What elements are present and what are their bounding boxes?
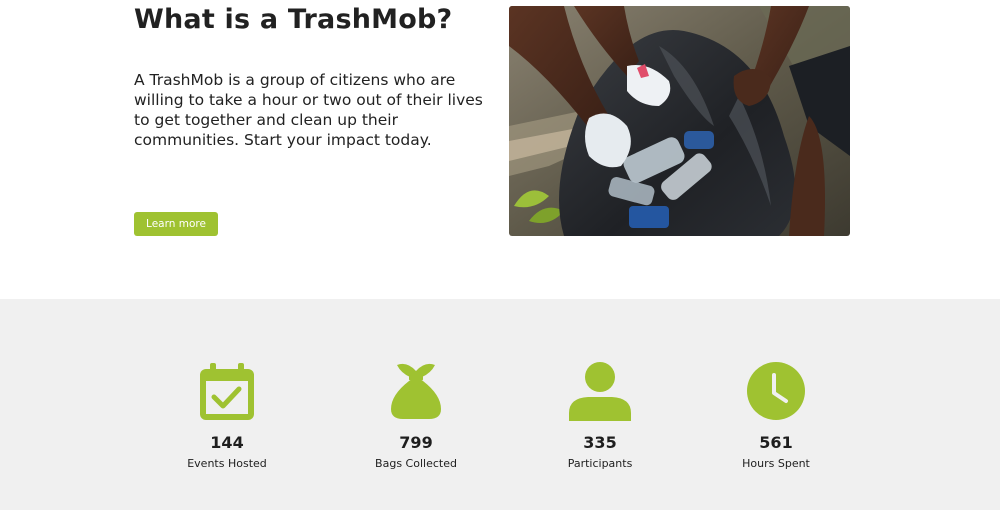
calendar-check-icon (199, 361, 255, 421)
hero-section: What is a TrashMob? A TrashMob is a grou… (0, 0, 1000, 299)
stat-value: 144 (210, 433, 244, 452)
stat-label: Participants (567, 457, 633, 470)
clock-icon (746, 361, 806, 421)
stats-section: 144 Events Hosted 799 Bags Collected 335… (0, 299, 1000, 510)
stat-label: Bags Collected (375, 457, 457, 470)
hero-description: A TrashMob is a group of citizens who ar… (134, 71, 483, 149)
hero-title: What is a TrashMob? (134, 4, 453, 35)
hero-photo (509, 6, 850, 236)
stat-value: 799 (399, 433, 433, 452)
trash-bag-icon (389, 361, 443, 421)
stat-value: 335 (583, 433, 617, 452)
stat-label: Events Hosted (187, 457, 267, 470)
person-icon (568, 361, 632, 421)
learn-more-button[interactable]: Learn more (134, 212, 218, 236)
page: What is a TrashMob? A TrashMob is a grou… (0, 0, 1000, 510)
stat-label: Hours Spent (742, 457, 810, 470)
stat-value: 561 (759, 433, 793, 452)
